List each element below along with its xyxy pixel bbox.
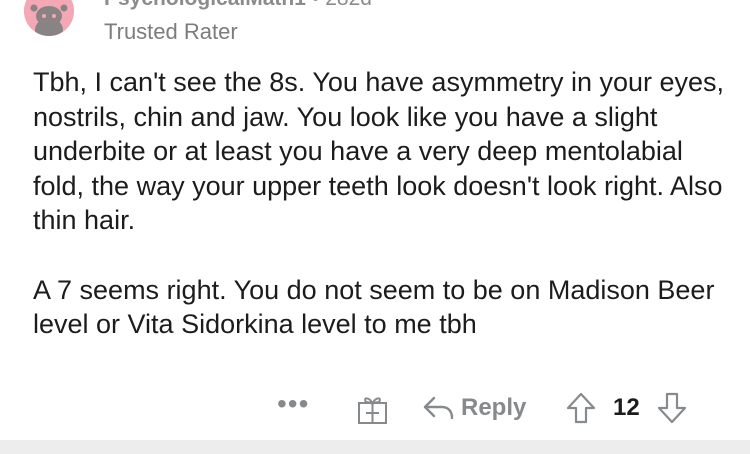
comment-paragraph-2: A 7 seems right. You do not seem to be o… (33, 274, 715, 340)
user-flair: Trusted Rater (104, 19, 238, 44)
gift-award-icon (358, 397, 387, 424)
award-button[interactable] (357, 394, 388, 425)
username-line: PsychologicalMath1 • 282d (104, 0, 372, 11)
username-link[interactable]: PsychologicalMath1 (104, 0, 306, 10)
comment-age: 282d (325, 0, 372, 10)
comment-body: Tbh, I can't see the 8s. You have asymme… (33, 65, 733, 377)
comment: PsychologicalMath1 • 282d Trusted Rater Tb… (0, 0, 750, 440)
comment-divider (0, 440, 750, 454)
reply-button[interactable]: Reply (461, 394, 526, 422)
more-options-button[interactable]: ••• (277, 390, 309, 418)
comment-paragraph-1: Tbh, I can't see the 8s. You have asymme… (33, 67, 725, 235)
downvote-arrow-icon[interactable] (657, 392, 687, 424)
user-avatar[interactable] (24, 0, 74, 36)
reply-arrow-icon[interactable] (422, 394, 454, 422)
snoo-avatar-icon (24, 0, 74, 36)
vote-score: 12 (613, 394, 640, 421)
comment-action-bar: ••• Reply 12 (0, 388, 750, 430)
upvote-arrow-icon[interactable] (566, 392, 596, 424)
meta-separator: • (312, 0, 319, 10)
